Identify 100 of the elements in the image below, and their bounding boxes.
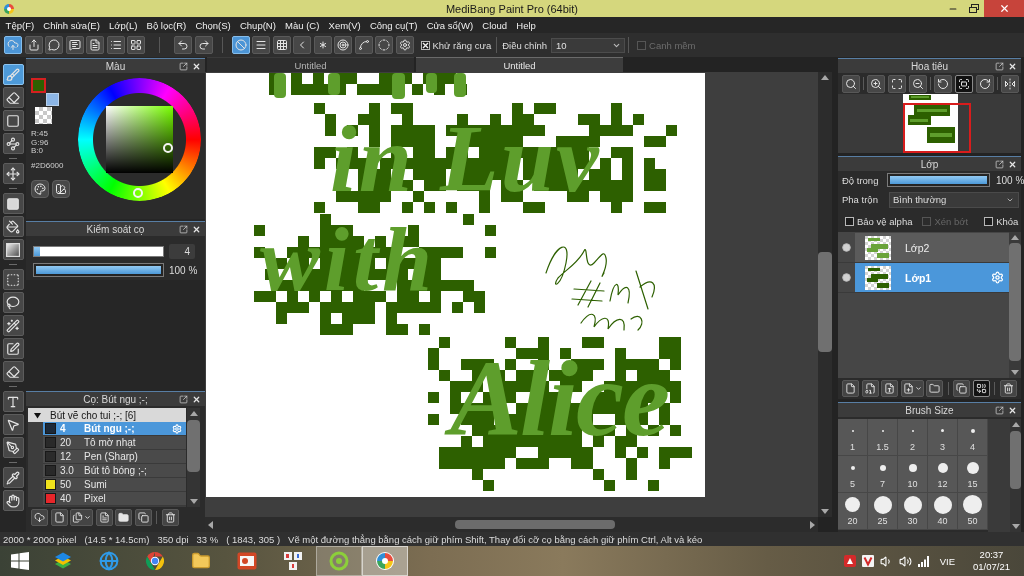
fill-rect-tool-button[interactable] [2, 193, 24, 214]
rotate-right-button[interactable] [976, 74, 994, 93]
menu-item[interactable]: Tệp(F) [1, 19, 39, 31]
fit-button[interactable] [888, 74, 906, 93]
add-menu-layer-button[interactable] [900, 380, 924, 397]
undock-icon[interactable] [995, 405, 1004, 415]
fit-screen-button[interactable] [955, 74, 973, 93]
scrollbar[interactable] [205, 517, 818, 532]
scroll-up-icon[interactable] [1011, 235, 1019, 240]
language-indicator[interactable]: VIE [939, 555, 955, 567]
lasso-tool-button[interactable] [2, 292, 24, 313]
menu-item[interactable]: Chỉnh sửa(E) [38, 19, 105, 31]
menu-item[interactable]: Help [511, 19, 541, 31]
zoom-out-button[interactable] [909, 74, 927, 93]
brush-size-option[interactable]: 1 [838, 419, 868, 456]
size-input[interactable]: 4 [169, 244, 195, 259]
palette-edit-button[interactable] [52, 179, 70, 198]
transparent-swatch[interactable] [35, 107, 52, 124]
scroll-down-icon[interactable] [189, 499, 198, 504]
folder-layer-button[interactable] [926, 380, 943, 397]
list-button[interactable] [106, 36, 125, 54]
chevron-tray-icon[interactable] [861, 555, 874, 567]
undock-icon[interactable] [179, 224, 188, 234]
snap-curve-button[interactable] [354, 36, 373, 54]
hand-tool-button[interactable] [2, 490, 24, 511]
checkbox[interactable] [420, 40, 430, 50]
select-rect-tool-button[interactable] [2, 269, 24, 290]
view-frame[interactable] [903, 103, 971, 153]
menu-item[interactable]: Cloud [477, 19, 512, 31]
new-1bit-layer-button[interactable] [881, 380, 898, 397]
comment-button[interactable] [65, 36, 84, 54]
scrollbar-thumb[interactable] [818, 252, 832, 352]
menu-item[interactable]: Bộ lọc(R) [142, 19, 191, 31]
undock-icon[interactable] [179, 394, 188, 404]
menu-item[interactable]: Công cụ(T) [365, 19, 423, 31]
duplicate-layer-button[interactable] [953, 380, 970, 397]
checkbox[interactable] [984, 216, 994, 226]
menu-item[interactable]: Xem(V) [323, 19, 366, 31]
scroll-down-icon[interactable] [821, 509, 829, 514]
close-icon[interactable] [192, 394, 201, 404]
bubble-button[interactable] [45, 36, 63, 54]
select-eraser-tool-button[interactable] [2, 361, 24, 382]
eraser-tool-button[interactable] [2, 87, 24, 108]
operation-tool-button[interactable] [2, 414, 24, 435]
shade-handle[interactable] [163, 142, 173, 153]
wand-tool-button[interactable] [2, 315, 24, 336]
app-tray-icon[interactable] [843, 555, 856, 567]
blend-mode-dropdown[interactable]: Bình thường [889, 191, 1019, 208]
document-tab[interactable]: Untitled [416, 57, 623, 72]
brush-size-option[interactable]: 7 [868, 456, 898, 493]
scrollbar-thumb[interactable] [455, 520, 615, 529]
taskbar-app-button[interactable] [362, 546, 408, 576]
brush-item[interactable]: 3.0 Bút tô bóng ;-; [43, 464, 186, 478]
scroll-up-icon[interactable] [1011, 422, 1020, 427]
layer-row[interactable]: Lớp2 [855, 233, 1009, 262]
foreground-color-swatch[interactable] [31, 78, 46, 93]
visibility-toggle[interactable] [842, 273, 851, 282]
brush-item[interactable]: 12 Pen (Sharp) [43, 450, 186, 464]
snap-radial-button[interactable] [313, 36, 332, 54]
scroll-up-icon[interactable] [821, 75, 829, 80]
undock-icon[interactable] [995, 159, 1004, 169]
zoom-actual-button[interactable] [842, 74, 860, 93]
brush-group-row[interactable]: Bút vẽ cho tui ;-; [6] [28, 408, 186, 422]
brush-size-option[interactable]: 30 [898, 493, 928, 530]
palette-button[interactable] [31, 179, 49, 198]
clock-date[interactable]: 01/07/21 [973, 561, 1010, 573]
close-icon[interactable] [1008, 405, 1017, 415]
brush-item[interactable]: 20 Tô mờ nhạt [43, 436, 186, 450]
rect-outline-tool-button[interactable] [2, 110, 24, 131]
scrollbar[interactable] [1009, 232, 1021, 378]
eyedropper-tool-button[interactable] [2, 467, 24, 488]
document-tab[interactable]: Untitled [207, 57, 414, 72]
new-8bit-layer-button[interactable] [861, 380, 879, 397]
brush-size-option[interactable]: 12 [928, 456, 958, 493]
scrollbar[interactable] [818, 72, 832, 517]
move-tool-button[interactable] [2, 163, 24, 184]
shade-square[interactable] [106, 106, 173, 173]
scrollbar-thumb[interactable] [187, 420, 200, 472]
brush-size-option[interactable]: 40 [928, 493, 958, 530]
scroll-left-icon[interactable] [208, 520, 213, 529]
brush-item[interactable]: 50 Sumi [43, 478, 186, 492]
scroll-right-icon[interactable] [810, 520, 815, 529]
scrollbar[interactable] [187, 408, 200, 507]
hue-handle[interactable] [132, 188, 143, 199]
bucket-tool-button[interactable] [2, 216, 24, 237]
select-pen-tool-button[interactable] [2, 338, 24, 359]
clock-time[interactable]: 20:37 [979, 549, 1004, 561]
gear-icon[interactable] [172, 423, 182, 434]
text-tool-button[interactable] [2, 391, 24, 412]
menu-item[interactable]: Lớp(L) [104, 19, 142, 31]
brush-size-option[interactable]: 20 [838, 493, 868, 530]
checkbox[interactable] [845, 216, 854, 226]
brush-size-option[interactable]: 5 [838, 456, 868, 493]
snap-parallel-button[interactable] [252, 36, 270, 54]
brush-folder-button[interactable] [115, 509, 132, 526]
snap-ellipse-button[interactable] [375, 36, 393, 54]
grid-settings-button[interactable] [127, 36, 145, 54]
close-icon[interactable] [192, 224, 201, 234]
scroll-up-icon[interactable] [189, 411, 198, 416]
copy-brush-menu-button[interactable] [70, 509, 93, 526]
